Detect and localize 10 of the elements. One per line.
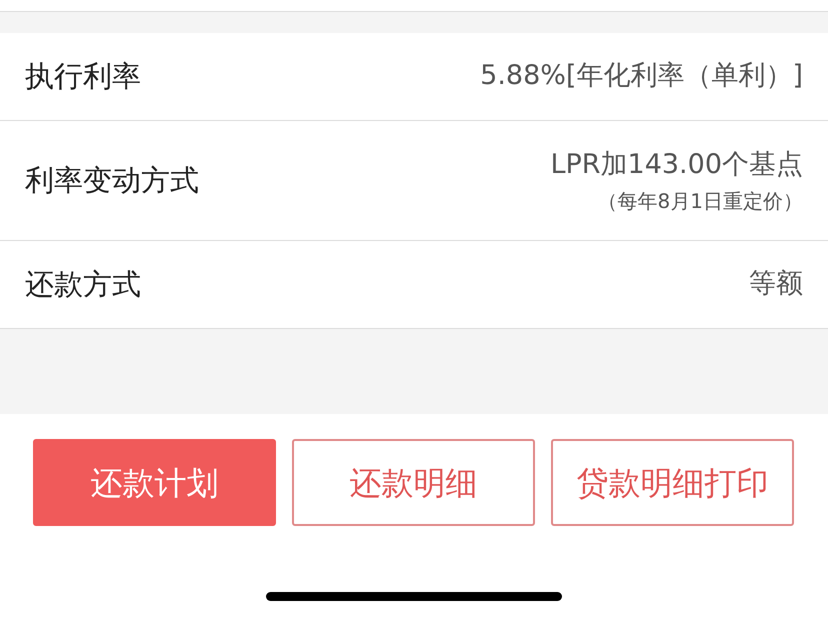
- row-label: 执行利率: [25, 58, 141, 95]
- row-label: 还款方式: [25, 266, 141, 303]
- row-value: LPR加143.00个基点: [550, 148, 803, 182]
- primary-button[interactable]: 还款计划: [33, 439, 276, 526]
- outline-button[interactable]: 贷款明细打印: [551, 439, 794, 526]
- row-label: 利率变动方式: [25, 162, 199, 199]
- row-note: （每年8月1日重定价）: [598, 188, 803, 215]
- row-value: 等额: [749, 267, 803, 302]
- row-value: 5.88%[年化利率（单利）]: [480, 59, 803, 94]
- outline-button[interactable]: 还款明细: [292, 439, 535, 526]
